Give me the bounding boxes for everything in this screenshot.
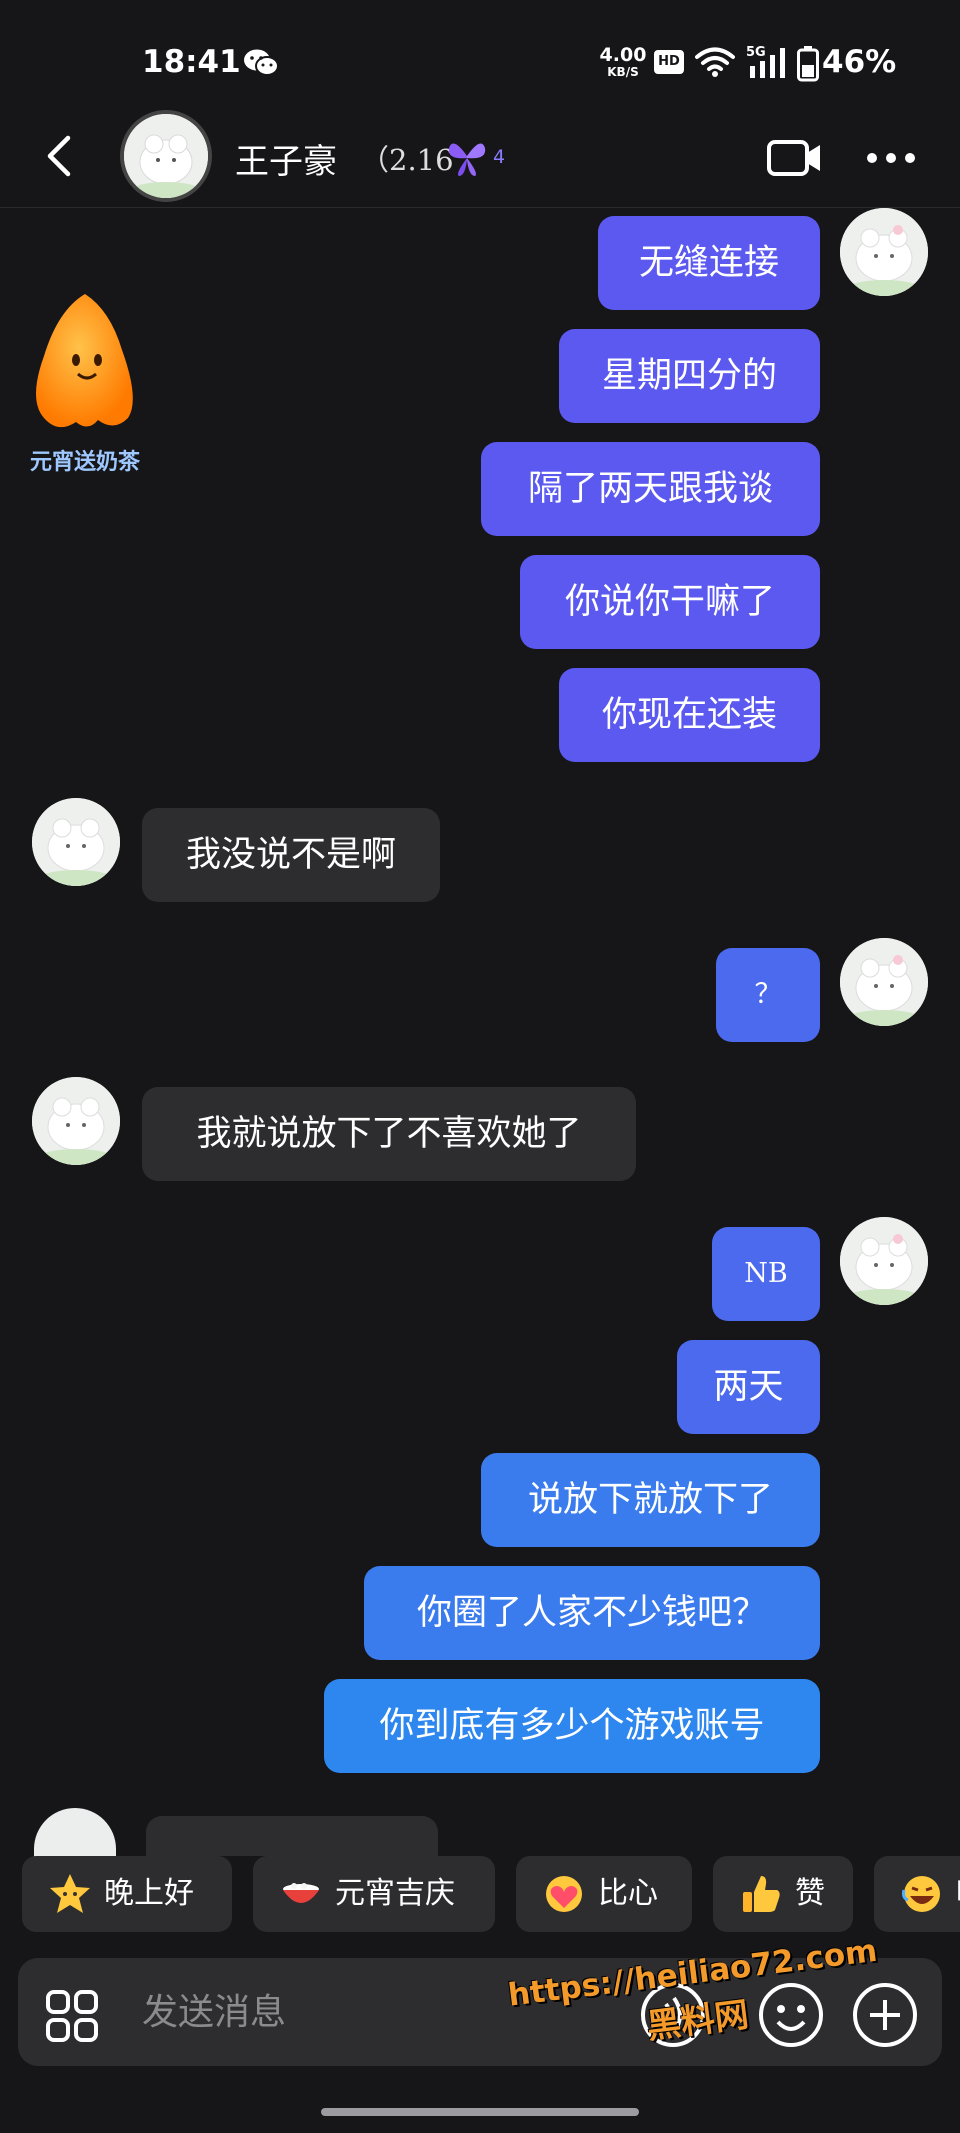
outgoing-message[interactable]: 说放下就放下了 [481,1453,820,1547]
hd-badge: HD [654,50,684,74]
home-indicator[interactable] [321,2108,639,2116]
back-arrow-icon[interactable] [40,132,80,180]
more-options-icon[interactable] [866,152,916,164]
outgoing-message[interactable]: ？ [716,948,820,1042]
outgoing-message[interactable]: 隔了两天跟我谈 [481,442,820,536]
mascot-icon [36,294,133,428]
chip-label: 元宵吉庆 [335,1876,455,1911]
net-speed-unit: KB/S [607,65,639,79]
star-face-icon [50,1874,90,1913]
incoming-message[interactable]: 我就说放下了不喜欢她了 [142,1087,636,1181]
quick-reply-chip[interactable]: 哈 [874,1856,960,1932]
butterfly-badge-icon [448,143,486,176]
cartoon-avatar-icon [840,208,928,296]
outgoing-message[interactable]: 你说你干嘛了 [520,555,820,649]
cartoon-avatar-icon [124,114,208,198]
chat-header: 王子豪 （2.16 4 [0,104,960,208]
quick-reply-bar: 晚上好 元宵吉庆 比心 赞 哈 [0,1856,960,1932]
contact-badge-text: （2.16 [360,143,454,177]
thumbs-up-icon [743,1876,780,1912]
cartoon-avatar-icon [32,798,120,886]
my-avatar[interactable] [840,208,928,296]
battery-percent: 46% [822,44,897,80]
outgoing-message[interactable]: 星期四分的 [559,329,820,423]
outgoing-message[interactable]: 你圈了人家不少钱吧？ [364,1566,820,1660]
apps-grid-icon[interactable] [44,1988,100,2044]
outgoing-message[interactable]: 两天 [677,1340,820,1434]
cartoon-avatar-icon [840,1217,928,1305]
wifi-icon [695,47,735,77]
contact-avatar[interactable] [32,1077,120,1165]
promo-label: 元宵送奶茶 [29,450,140,475]
outgoing-message[interactable]: 无缝连接 [598,216,820,310]
quick-reply-chip[interactable]: 比心 [516,1856,692,1932]
incoming-message[interactable]: 我没说不是啊 [142,808,440,902]
chip-label: 哈 [956,1856,960,1932]
signal-icon: 5G [746,45,785,78]
my-avatar[interactable] [840,1217,928,1305]
wechat-icon [244,49,279,76]
status-time: 18:41 [142,44,241,80]
battery-icon [797,46,819,82]
bowl-icon [283,1883,319,1903]
outgoing-message[interactable]: 你现在还装 [559,668,820,762]
contact-avatar[interactable] [34,1808,116,1858]
contact-avatar[interactable] [120,110,212,202]
cartoon-avatar-icon [840,938,928,1026]
outgoing-message[interactable]: 你到底有多少个游戏账号 [324,1679,820,1773]
incoming-message[interactable] [146,1816,438,1856]
heart-hand-icon [546,1876,582,1912]
quick-reply-chip[interactable]: 元宵吉庆 [253,1856,495,1932]
quick-reply-chip[interactable]: 晚上好 [22,1856,232,1932]
contact-name[interactable]: 王子豪 [235,134,337,183]
laughing-emoji-icon [902,1876,940,1912]
video-call-icon[interactable] [767,138,823,178]
chip-label: 赞 [795,1876,825,1911]
chip-label: 晚上好 [104,1876,194,1911]
chip-label: 比心 [598,1876,658,1911]
contact-level: 4 [493,146,506,168]
lantern-festival-promo[interactable]: 元宵送奶茶 [18,290,152,480]
status-bar: 18:41 4.00 KB/S HD 5G 46% [0,0,960,120]
cartoon-avatar-icon [32,1077,120,1165]
contact-avatar[interactable] [32,798,120,886]
quick-reply-chip[interactable]: 赞 [713,1856,853,1932]
net-speed: 4.00 KB/S [598,44,648,80]
network-type: 5G [746,45,766,60]
outgoing-message[interactable]: NB [712,1227,820,1321]
my-avatar[interactable] [840,938,928,1026]
net-speed-value: 4.00 [599,44,647,66]
